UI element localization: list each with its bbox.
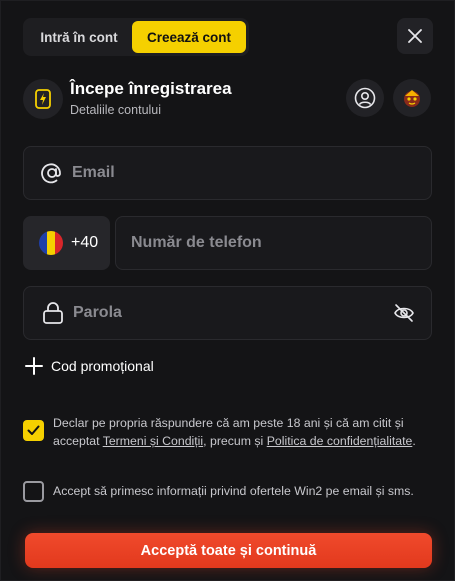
- auth-tabs: Intră în cont Creează cont: [23, 18, 249, 56]
- avatar-icon: [404, 90, 420, 107]
- page-subtitle: Detaliile contului: [70, 103, 162, 117]
- marketing-consent-row: Accept să primesc informații privind ofe…: [23, 481, 443, 502]
- privacy-policy-link[interactable]: Politica de confidențialitate: [267, 434, 413, 448]
- mascot-avatar-button[interactable]: [393, 79, 431, 117]
- account-button[interactable]: [346, 79, 384, 117]
- age-consent-text: Declar pe propria răspundere că am peste…: [53, 414, 443, 450]
- lock-icon: [43, 302, 63, 324]
- check-icon: [27, 425, 40, 435]
- page-title: Începe înregistrarea: [70, 79, 232, 98]
- user-icon: [354, 87, 376, 109]
- age-consent-text-part3: .: [412, 434, 416, 448]
- phone-field: [115, 216, 432, 270]
- promo-code-label: Cod promoțional: [51, 358, 154, 374]
- flag-icon: [39, 231, 63, 255]
- register-step-icon: [23, 79, 63, 119]
- age-consent-checkbox[interactable]: [23, 420, 44, 441]
- password-field: [23, 286, 432, 340]
- country-code-label: +40: [71, 234, 99, 251]
- lightning-icon: [35, 89, 51, 109]
- terms-link[interactable]: Termeni și Condiții: [103, 434, 203, 448]
- marketing-consent-text: Accept să primesc informații privind ofe…: [53, 484, 414, 498]
- accept-continue-button[interactable]: Acceptă toate și continuă: [25, 533, 432, 568]
- promo-code-toggle[interactable]: Cod promoțional: [25, 357, 154, 375]
- age-consent-row: Declar pe propria răspundere că am peste…: [23, 414, 443, 450]
- country-code-select[interactable]: +40: [23, 216, 110, 270]
- close-button[interactable]: [397, 18, 433, 54]
- tab-login[interactable]: Intră în cont: [26, 21, 132, 53]
- tab-register[interactable]: Creează cont: [132, 21, 246, 53]
- eye-off-icon[interactable]: [393, 303, 415, 323]
- close-icon: [408, 29, 422, 43]
- phone-input[interactable]: [131, 217, 431, 269]
- age-consent-text-part2: , precum și: [203, 434, 267, 448]
- at-icon: [41, 163, 61, 184]
- password-input[interactable]: [73, 287, 393, 339]
- email-input[interactable]: [72, 147, 431, 199]
- registration-panel: Intră în cont Creează cont Începe înregi…: [0, 0, 455, 581]
- email-field: [23, 146, 432, 200]
- plus-icon: [25, 357, 43, 375]
- marketing-consent-checkbox[interactable]: [23, 481, 44, 502]
